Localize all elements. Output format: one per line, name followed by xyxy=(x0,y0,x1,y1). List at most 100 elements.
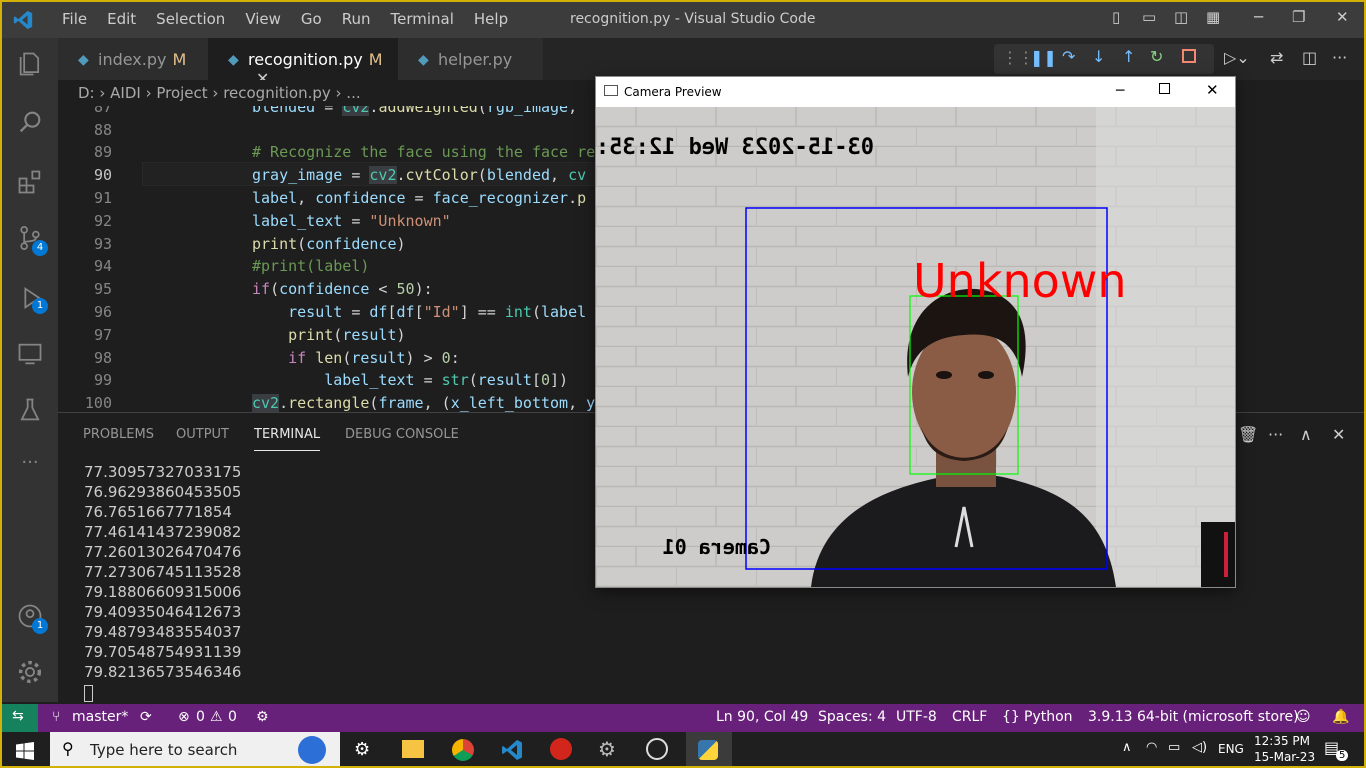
line-number: 93 xyxy=(93,235,112,253)
camera-frame: 03-15-2023 Wed 12:35:18 Camera 01 Unknow… xyxy=(596,107,1235,587)
menu-edit[interactable]: Edit xyxy=(97,10,146,28)
tray-chevron-icon[interactable]: ∧ xyxy=(1122,740,1132,755)
menu-view[interactable]: View xyxy=(235,10,291,28)
battery-icon[interactable]: ▭ xyxy=(1168,740,1180,755)
code-line: label, confidence = face_recognizer.p xyxy=(252,189,587,207)
menu-file[interactable]: File xyxy=(52,10,97,28)
camera-preview-window[interactable]: Camera Preview ─ ✕ 03-15-2023 Wed 12:35:… xyxy=(595,76,1236,588)
python-taskbar-button[interactable] xyxy=(686,732,732,766)
input-language[interactable]: ENG xyxy=(1218,742,1244,756)
close-panel-icon[interactable]: ✕ xyxy=(1332,425,1345,444)
tab-recognition-py[interactable]: ◆ recognition.py M ✕ xyxy=(208,38,398,88)
windows-start-icon[interactable] xyxy=(16,742,34,760)
notification-count: 5 xyxy=(1336,750,1349,761)
terminal-line: 77.30957327033175 xyxy=(84,463,242,481)
activity-bar: 4 1 ··· 1 xyxy=(2,38,58,702)
terminal-cursor[interactable] xyxy=(84,685,93,702)
debug-status-icon[interactable]: ⚙ xyxy=(256,709,269,725)
menu-help[interactable]: Help xyxy=(464,10,518,28)
line-number: 98 xyxy=(93,349,112,367)
cursor-position[interactable]: Ln 90, Col 49 xyxy=(716,709,808,725)
run-file-icon[interactable]: ▷⌄ xyxy=(1224,48,1250,67)
toggle-sidebar-icon[interactable]: ▯ xyxy=(1112,8,1120,26)
python-interpreter[interactable]: 3.9.13 64-bit (microsoft store) xyxy=(1088,709,1299,725)
compare-changes-icon[interactable]: ⇄ xyxy=(1270,48,1283,67)
code-line: label_text = str(result[0]) xyxy=(324,371,569,389)
tab-problems[interactable]: PROBLEMS xyxy=(83,427,154,442)
media-app-icon[interactable] xyxy=(550,738,572,760)
restore-icon[interactable]: ❐ xyxy=(1292,8,1305,26)
settings-gear-icon[interactable] xyxy=(16,658,44,686)
language-braces-icon: {} xyxy=(1002,709,1020,725)
close-icon[interactable]: ✕ xyxy=(1336,8,1349,26)
tab-terminal[interactable]: TERMINAL xyxy=(254,427,321,451)
camera-title-bar[interactable]: Camera Preview ─ ✕ xyxy=(596,77,1235,107)
menu-run[interactable]: Run xyxy=(332,10,381,28)
more-icon[interactable]: ··· xyxy=(16,452,44,480)
chrome-icon[interactable] xyxy=(452,739,474,761)
indentation[interactable]: Spaces: 4 xyxy=(818,709,886,725)
error-count[interactable]: 0 xyxy=(196,709,205,725)
pause-icon[interactable]: ❚❚ xyxy=(1030,48,1057,67)
tab-debug-console[interactable]: DEBUG CONSOLE xyxy=(345,427,459,442)
menu-selection[interactable]: Selection xyxy=(146,10,235,28)
settings-app-icon[interactable]: ⚙ xyxy=(354,739,370,760)
bing-icon[interactable] xyxy=(298,736,326,764)
menu-terminal[interactable]: Terminal xyxy=(381,10,464,28)
tab-output[interactable]: OUTPUT xyxy=(176,427,229,442)
step-over-icon[interactable]: ↷ xyxy=(1062,47,1075,66)
line-number: 90 xyxy=(93,166,112,184)
obs-icon[interactable] xyxy=(646,738,668,760)
camera-close-icon[interactable]: ✕ xyxy=(1206,81,1219,99)
stop-icon[interactable] xyxy=(1182,49,1196,63)
tab-helper-py[interactable]: ◆ helper.py xyxy=(398,38,543,80)
code-line: # Recognize the face using the face re xyxy=(252,143,596,161)
camera-maximize-icon[interactable] xyxy=(1159,83,1170,94)
control-panel-icon[interactable]: ⚙ xyxy=(598,737,616,761)
search-icon[interactable] xyxy=(16,108,44,136)
debug-toolbar: ⋮⋮ ❚❚ ↷ ↓ ↑ ↻ xyxy=(994,44,1214,74)
maximize-panel-icon[interactable]: ∧ xyxy=(1300,425,1312,444)
file-explorer-icon[interactable] xyxy=(402,740,424,758)
line-number: 91 xyxy=(93,189,112,207)
extensions-icon[interactable] xyxy=(16,168,44,196)
toggle-secondary-sidebar-icon[interactable]: ◫ xyxy=(1174,8,1188,26)
tab-index-py[interactable]: ◆ index.py M xyxy=(58,38,208,80)
clock-date[interactable]: 15-Mar-23 xyxy=(1254,750,1315,764)
remote-explorer-icon[interactable] xyxy=(16,340,44,368)
git-branch[interactable]: master* xyxy=(72,709,128,725)
split-editor-icon[interactable]: ◫ xyxy=(1302,48,1317,67)
more-actions-icon[interactable]: ··· xyxy=(1332,48,1347,67)
explorer-icon[interactable] xyxy=(16,50,44,78)
camera-minimize-icon[interactable]: ─ xyxy=(1116,83,1124,99)
step-into-icon[interactable]: ↓ xyxy=(1092,47,1105,66)
feedback-icon[interactable]: ☺ xyxy=(1296,709,1311,725)
end-of-line[interactable]: CRLF xyxy=(952,709,987,725)
wall-device-light xyxy=(1224,532,1228,577)
minimize-icon[interactable]: ─ xyxy=(1254,8,1263,26)
line-number: 97 xyxy=(93,326,112,344)
editor-scrollbar[interactable] xyxy=(1352,106,1362,412)
step-out-icon[interactable]: ↑ xyxy=(1122,47,1135,66)
menu-go[interactable]: Go xyxy=(291,10,332,28)
volume-icon[interactable]: ◁) xyxy=(1192,740,1207,755)
vscode-taskbar-icon[interactable] xyxy=(500,738,524,762)
network-icon[interactable]: ◠ xyxy=(1146,740,1157,755)
customize-layout-icon[interactable]: ▦ xyxy=(1206,8,1220,26)
testing-icon[interactable] xyxy=(16,396,44,424)
warning-count[interactable]: 0 xyxy=(228,709,237,725)
language-mode[interactable]: Python xyxy=(1024,709,1073,725)
clock-time[interactable]: 12:35 PM xyxy=(1254,734,1310,748)
sync-icon[interactable]: ⟳ xyxy=(140,709,152,725)
windows-taskbar: ⚲ Type here to search ⚙ ⚙ ∧ ◠ ▭ ◁) ENG 1… xyxy=(2,732,1364,766)
notifications-bell-icon[interactable]: 🔔 xyxy=(1332,709,1349,725)
encoding[interactable]: UTF-8 xyxy=(896,709,937,725)
panel-more-icon[interactable]: ··· xyxy=(1268,425,1283,444)
remote-indicator-icon[interactable]: ⇆ xyxy=(2,704,38,732)
taskbar-search-box[interactable]: ⚲ Type here to search xyxy=(50,732,340,766)
restart-icon[interactable]: ↻ xyxy=(1150,47,1163,66)
kill-terminal-icon[interactable]: 🗑 xyxy=(1238,425,1258,444)
terminal-line: 79.40935046412673 xyxy=(84,603,242,621)
toggle-panel-icon[interactable]: ▭ xyxy=(1142,8,1156,26)
code-line: blended = cv2.addWeighted(rgb_image, xyxy=(252,106,577,116)
